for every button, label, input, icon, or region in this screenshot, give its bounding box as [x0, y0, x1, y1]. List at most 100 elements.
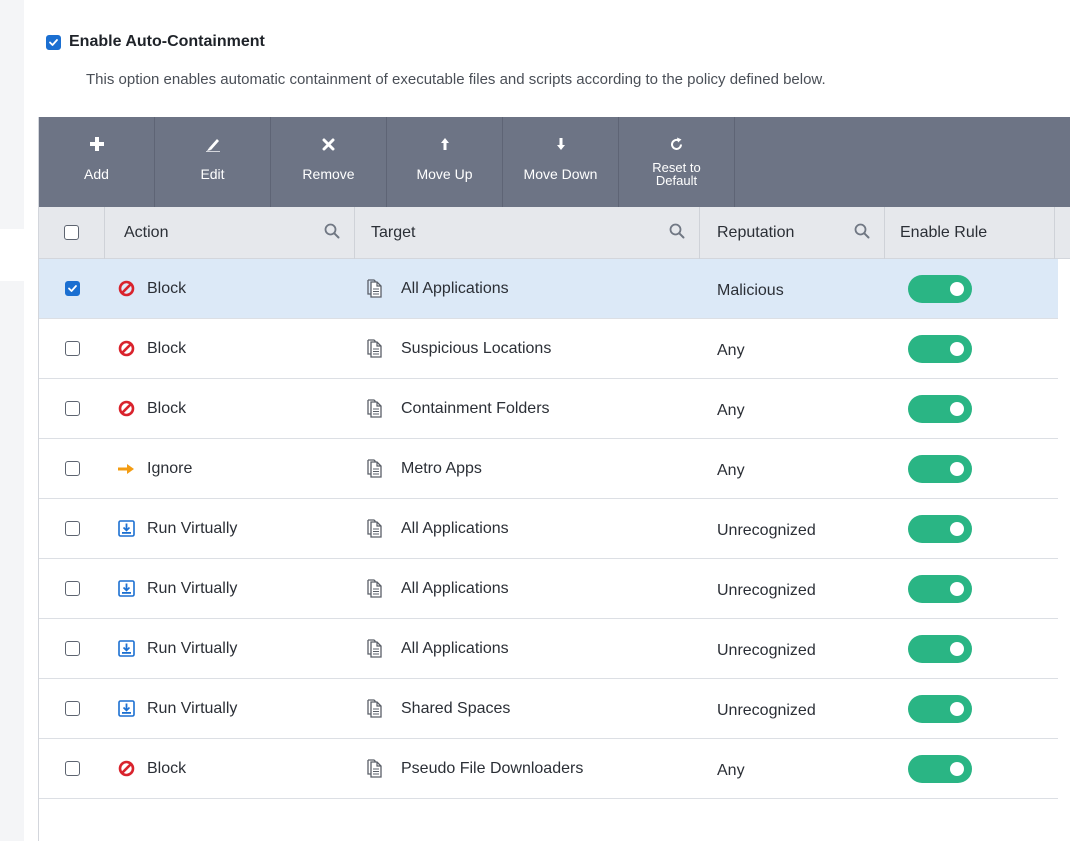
- row-checkbox[interactable]: [64, 761, 80, 776]
- x-icon: [322, 133, 335, 155]
- file-group-icon: [365, 338, 385, 359]
- reputation-cell: Unrecognized: [717, 521, 816, 539]
- enable-auto-containment-row[interactable]: Enable Auto-Containment: [46, 33, 265, 51]
- toggle-knob: [950, 641, 964, 656]
- header-enable-rule[interactable]: Enable Rule: [885, 206, 1055, 259]
- move-up-button[interactable]: Move Up: [387, 117, 503, 207]
- arrow-down-icon: [556, 133, 566, 155]
- header-action-label: Action: [124, 223, 169, 241]
- run-virtually-icon: [117, 640, 135, 658]
- toggle-knob: [950, 461, 964, 476]
- rules-table-body: Block All Applications Malicious Block Suspi…: [39, 259, 1058, 799]
- edit-label: Edit: [200, 166, 225, 182]
- toolbar: Add Edit Remove Move Up Move Down Reset …: [39, 117, 1070, 207]
- enable-rule-toggle[interactable]: [908, 754, 972, 783]
- header-reputation[interactable]: Reputation: [700, 206, 885, 259]
- toggle-knob: [950, 701, 964, 716]
- enable-rule-toggle[interactable]: [908, 514, 972, 543]
- target-cell: All Applications: [355, 278, 700, 299]
- select-all-checkbox[interactable]: [64, 225, 79, 240]
- target-cell: Shared Spaces: [355, 698, 700, 719]
- table-row[interactable]: Block Pseudo File Downloaders Any: [39, 739, 1058, 799]
- row-checkbox[interactable]: [64, 521, 80, 536]
- arrow-up-icon: [440, 133, 450, 155]
- target-cell: Containment Folders: [355, 398, 700, 419]
- enable-rule-cell: [885, 274, 1058, 303]
- reputation-cell: Unrecognized: [717, 701, 816, 719]
- enable-rule-toggle[interactable]: [908, 694, 972, 723]
- reputation-cell: Unrecognized: [717, 581, 816, 599]
- enable-rule-cell: [885, 514, 1058, 543]
- table-row[interactable]: Run Virtually All Applications Unrecognize…: [39, 559, 1058, 619]
- table-row[interactable]: Run Virtually All Applications Unrecognize…: [39, 499, 1058, 559]
- table-row[interactable]: Block All Applications Malicious: [39, 259, 1058, 319]
- enable-rule-cell: [885, 334, 1058, 363]
- target-label: All Applications: [401, 579, 509, 597]
- row-checkbox-cell: [39, 521, 105, 536]
- table-row[interactable]: Run Virtually Shared Spaces Unrecognized: [39, 679, 1058, 739]
- enable-rule-toggle[interactable]: [908, 334, 972, 363]
- move-up-label: Move Up: [416, 166, 473, 182]
- file-group-icon: [365, 458, 385, 479]
- row-checkbox[interactable]: [64, 341, 80, 356]
- remove-button[interactable]: Remove: [271, 117, 387, 207]
- row-checkbox[interactable]: [64, 461, 80, 476]
- action-label: Block: [147, 399, 187, 417]
- target-cell: Pseudo File Downloaders: [355, 758, 700, 779]
- run-virtually-icon: [117, 580, 135, 598]
- reset-to-default-label: Reset to Default: [652, 160, 701, 188]
- enable-auto-containment-checkbox[interactable]: [46, 34, 61, 50]
- file-group-icon: [365, 638, 385, 659]
- table-row[interactable]: Block Containment Folders Any: [39, 379, 1058, 439]
- block-icon: [117, 760, 135, 778]
- header-target[interactable]: Target: [355, 206, 700, 259]
- file-group-icon: [365, 698, 385, 719]
- toggle-knob: [950, 281, 964, 296]
- toggle-knob: [950, 581, 964, 596]
- row-checkbox-cell: [39, 761, 105, 776]
- search-icon[interactable]: [669, 223, 685, 244]
- action-label: Run Virtually: [147, 699, 238, 717]
- target-cell: All Applications: [355, 578, 700, 599]
- move-down-label: Move Down: [523, 166, 598, 182]
- action-cell: Run Virtually: [105, 700, 355, 718]
- enable-rule-cell: [885, 454, 1058, 483]
- toggle-knob: [950, 341, 964, 356]
- row-checkbox[interactable]: [64, 281, 80, 296]
- header-action[interactable]: Action: [105, 206, 355, 259]
- enable-rule-toggle[interactable]: [908, 274, 972, 303]
- reputation-cell: Any: [717, 401, 745, 419]
- enable-rule-toggle[interactable]: [908, 634, 972, 663]
- row-checkbox-cell: [39, 461, 105, 476]
- reputation-cell: Any: [717, 461, 745, 479]
- enable-rule-cell: [885, 634, 1058, 663]
- action-cell: Ignore: [105, 460, 355, 478]
- enable-rule-toggle[interactable]: [908, 574, 972, 603]
- target-label: All Applications: [401, 519, 509, 537]
- search-icon[interactable]: [324, 223, 340, 244]
- block-icon: [117, 340, 135, 358]
- containment-description: This option enables automatic containmen…: [86, 71, 826, 88]
- action-label: Run Virtually: [147, 639, 238, 657]
- reputation-cell: Unrecognized: [717, 641, 816, 659]
- enable-rule-toggle[interactable]: [908, 394, 972, 423]
- row-checkbox[interactable]: [64, 581, 80, 596]
- add-button[interactable]: Add: [39, 117, 155, 207]
- move-down-button[interactable]: Move Down: [503, 117, 619, 207]
- reset-to-default-button[interactable]: Reset to Default: [619, 117, 735, 207]
- row-checkbox[interactable]: [64, 401, 80, 416]
- table-row[interactable]: Run Virtually All Applications Unrecognize…: [39, 619, 1058, 679]
- action-cell: Run Virtually: [105, 520, 355, 538]
- enable-rule-toggle[interactable]: [908, 454, 972, 483]
- edit-button[interactable]: Edit: [155, 117, 271, 207]
- table-row[interactable]: Ignore Metro Apps Any: [39, 439, 1058, 499]
- row-checkbox[interactable]: [64, 701, 80, 716]
- table-row[interactable]: Block Suspicious Locations Any: [39, 319, 1058, 379]
- enable-auto-containment-label: Enable Auto-Containment: [69, 33, 265, 50]
- target-label: All Applications: [401, 639, 509, 657]
- file-group-icon: [365, 278, 385, 299]
- header-enable-rule-label: Enable Rule: [900, 223, 988, 241]
- row-checkbox[interactable]: [64, 641, 80, 656]
- action-cell: Block: [105, 280, 355, 298]
- search-icon[interactable]: [854, 223, 870, 244]
